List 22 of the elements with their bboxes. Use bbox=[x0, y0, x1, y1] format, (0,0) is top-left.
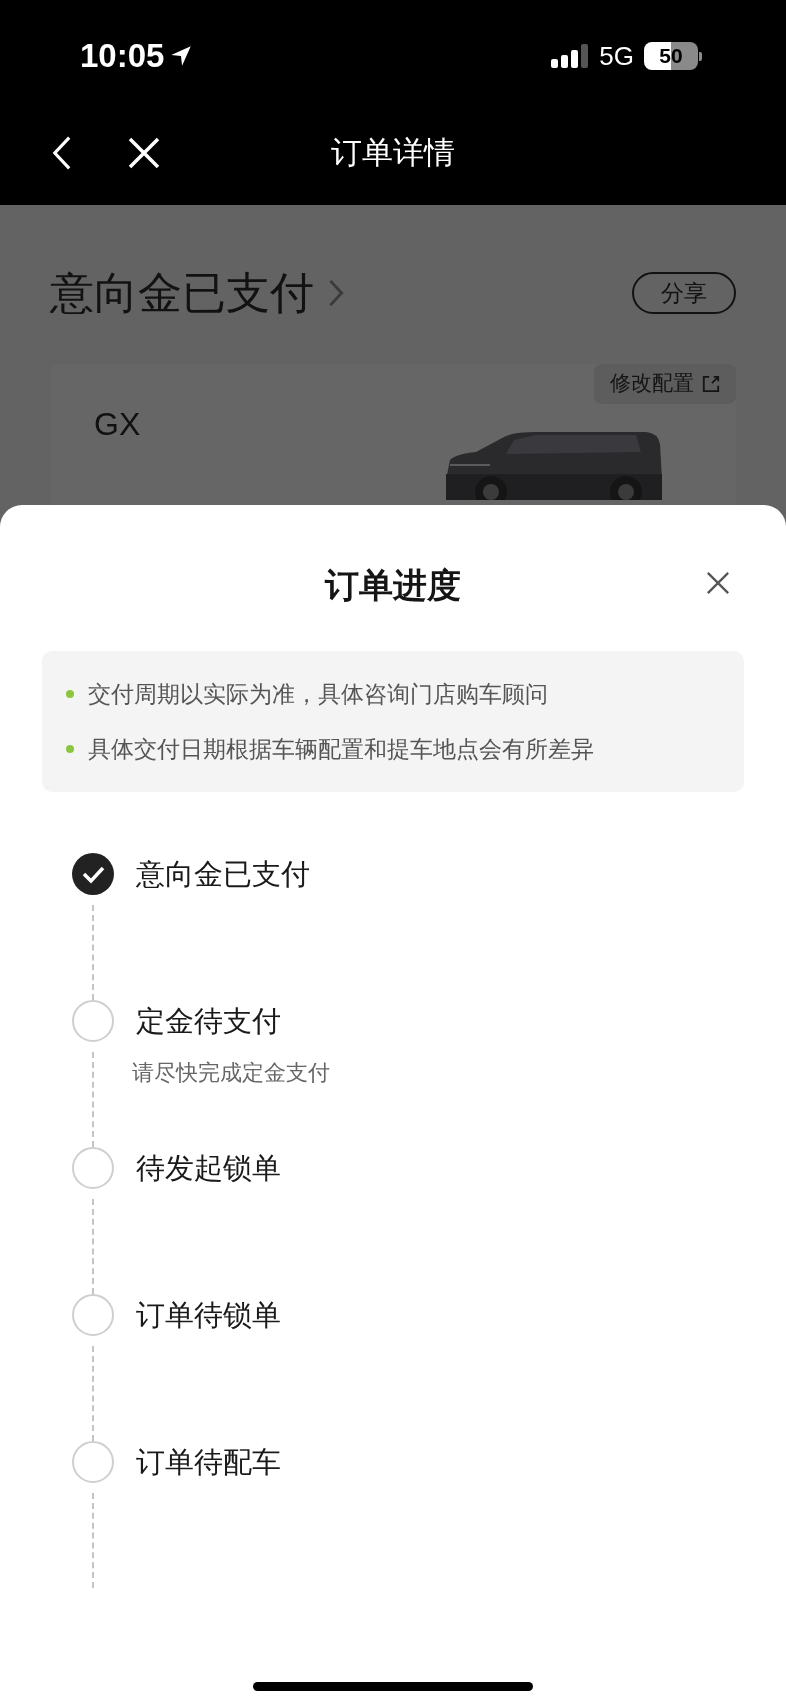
close-icon[interactable] bbox=[706, 571, 730, 595]
sheet-title: 订单进度 bbox=[325, 564, 461, 607]
share-button[interactable]: 分享 bbox=[632, 272, 736, 314]
notice-text: 交付周期以实际为准，具体咨询门店购车顾问 bbox=[88, 680, 548, 709]
step-label: 意向金已支付 bbox=[136, 856, 310, 893]
step-label: 定金待支付 bbox=[136, 1003, 282, 1040]
step-label: 订单待锁单 bbox=[136, 1297, 281, 1334]
bullet-icon bbox=[66, 690, 74, 699]
network-type: 5G bbox=[599, 39, 634, 73]
edit-config-button[interactable]: 修改配置 bbox=[594, 364, 736, 404]
car-model: GX bbox=[94, 405, 141, 444]
page-title: 订单详情 bbox=[331, 133, 455, 173]
step-label: 订单待配车 bbox=[136, 1444, 281, 1481]
battery-indicator: 50 bbox=[644, 42, 702, 70]
step-label: 待发起锁单 bbox=[136, 1150, 281, 1187]
external-link-icon bbox=[702, 375, 720, 393]
step-note: 请尽快完成定金支付 bbox=[132, 1059, 330, 1087]
signal-icon bbox=[551, 44, 590, 68]
notice-text: 具体交付日期根据车辆配置和提车地点会有所差异 bbox=[88, 734, 594, 764]
order-status: 意向金已支付 bbox=[50, 266, 314, 320]
clock-time: 10:05 bbox=[80, 36, 165, 77]
bullet-icon bbox=[66, 744, 74, 753]
